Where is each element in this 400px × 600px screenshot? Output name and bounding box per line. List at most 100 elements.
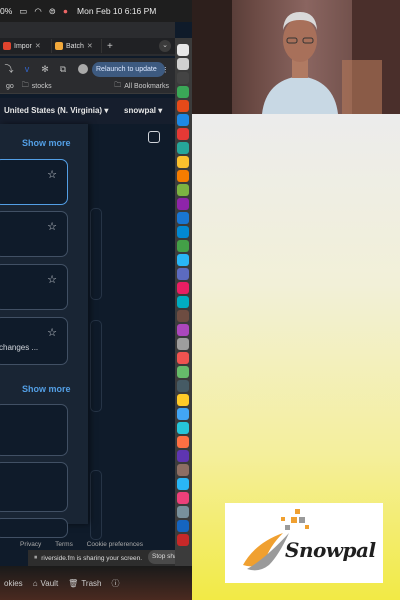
webcam-feed [192,0,400,114]
dock-app-icon[interactable] [177,72,189,84]
star-icon[interactable]: ☆ [47,220,57,233]
new-tab-plus-icon[interactable]: + [107,41,113,52]
dock-app-icon[interactable] [177,114,189,126]
star-icon[interactable]: ☆ [47,168,57,181]
dock-app-icon[interactable] [177,240,189,252]
service-card[interactable] [0,404,68,456]
gear-extension-icon[interactable]: ✻ [40,64,50,74]
background-card [90,470,102,540]
settings-icon[interactable] [148,131,160,143]
tab-favicon-icon [3,42,11,50]
kebab-menu-icon[interactable]: ⋮ [162,66,169,74]
privacy-link[interactable]: Privacy [20,541,41,548]
dock-app-icon[interactable] [177,450,189,462]
service-card[interactable] [0,462,68,512]
recently-visited-panel: Show more ☆ ☆ ☆ ☆ changes ... Show more [0,124,88,538]
tab-label: Impor [14,42,32,50]
tab-import[interactable]: Impor ✕ [0,39,52,53]
browser-tab-strip: Impor ✕ Batch ✕ + ⌄ [0,38,175,54]
bottom-item-vault[interactable]: Vault [41,579,59,588]
user-icon[interactable]: ● [63,6,68,16]
service-card[interactable]: ☆ changes ... [0,317,68,365]
dock-app-icon[interactable] [177,436,189,448]
relaunch-button[interactable]: Relaunch to update ⋮ [92,62,169,77]
dock-app-icon[interactable] [177,408,189,420]
service-card[interactable]: ☆ [0,211,68,257]
show-more-link[interactable]: Show more [22,384,71,394]
dock-app-icon[interactable] [177,534,189,546]
show-more-link[interactable]: Show more [22,138,71,148]
bottom-item-trash[interactable]: Trash [81,579,101,588]
presenter-video [192,0,400,114]
cookie-preferences-link[interactable]: Cookie preferences [87,541,143,548]
vault-icon: ⌂ [32,578,38,588]
dock-app-icon[interactable] [177,310,189,322]
star-icon[interactable]: ☆ [47,273,57,286]
dock-app-icon[interactable] [177,492,189,504]
control-center-icon[interactable]: ⊜ [49,6,56,17]
help-icon[interactable]: ⓘ [111,578,119,589]
dock-app-icon[interactable] [177,100,189,112]
avatar[interactable] [78,64,88,74]
dock-app-icon[interactable] [177,352,189,364]
puzzle-icon[interactable]: ⧉ [58,64,68,74]
region-selector[interactable]: United States (N. Virginia) ▾ [4,106,108,115]
service-card-label: changes ... [0,343,39,352]
bookmark-go[interactable]: go [6,83,14,90]
pause-icon: ⏸ [34,554,38,561]
dock-app-icon[interactable] [177,128,189,140]
tab-label: Batch [66,42,84,50]
snowpal-logo-text: Snowpal [285,538,376,562]
dock-app-icon[interactable] [177,86,189,98]
dock-app-icon[interactable] [177,478,189,490]
tab-search-chevron-icon[interactable]: ⌄ [159,40,171,52]
dock-app-icon[interactable] [177,198,189,210]
battery-icon: ▭ [19,5,28,16]
dock-app-icon[interactable] [177,324,189,336]
wifi-icon: ◠ [34,5,42,16]
bookmark-stocks[interactable]: stocks [32,83,52,90]
star-icon[interactable]: ☆ [47,326,57,339]
password-manager-bar: okies ⌂ Vault 🗑 Trash ⓘ [0,566,192,600]
caret-down-icon: ▾ [104,106,109,115]
dock-app-icon[interactable] [177,282,189,294]
region-label: United States (N. Virginia) [4,106,103,115]
dock-app-icon[interactable] [177,184,189,196]
caret-down-icon: ▾ [158,106,163,115]
dock-app-icon[interactable] [177,170,189,182]
service-card[interactable]: ☆ [0,264,68,310]
dock-app-icon[interactable] [177,44,189,56]
macos-dock [175,38,192,566]
bottom-item-cookies[interactable]: okies [4,579,23,588]
dock-app-icon[interactable] [177,156,189,168]
close-icon[interactable]: ✕ [87,42,93,50]
service-card[interactable] [0,518,68,538]
close-icon[interactable]: ✕ [35,42,41,50]
dock-app-icon[interactable] [177,506,189,518]
dock-app-icon[interactable] [177,366,189,378]
dock-app-icon[interactable] [177,296,189,308]
account-menu[interactable]: snowpal ▾ [124,106,162,115]
dock-app-icon[interactable] [177,226,189,238]
menubar-clock: Mon Feb 10 6:16 PM [77,6,157,16]
service-card[interactable]: ☆ [0,159,68,205]
dock-app-icon[interactable] [177,254,189,266]
dock-app-icon[interactable] [177,464,189,476]
macos-menubar: 0% ▭ ◠ ⊜ ● Mon Feb 10 6:16 PM [0,0,192,22]
dock-app-icon[interactable] [177,142,189,154]
extension-icon[interactable]: ⤵ [4,64,14,74]
dock-app-icon[interactable] [177,394,189,406]
dock-app-icon[interactable] [177,58,189,70]
dock-app-icon[interactable] [177,380,189,392]
all-bookmarks-link[interactable]: All Bookmarks [124,83,169,90]
background-card [90,320,102,412]
dock-app-icon[interactable] [177,268,189,280]
dock-app-icon[interactable] [177,422,189,434]
dock-app-icon[interactable] [177,212,189,224]
tab-batch[interactable]: Batch ✕ [52,39,102,53]
dock-app-icon[interactable] [177,338,189,350]
terms-link[interactable]: Terms [55,541,73,548]
vimeo-extension-icon[interactable]: v [22,64,32,74]
dock-app-icon[interactable] [177,520,189,532]
account-label: snowpal [124,106,157,115]
